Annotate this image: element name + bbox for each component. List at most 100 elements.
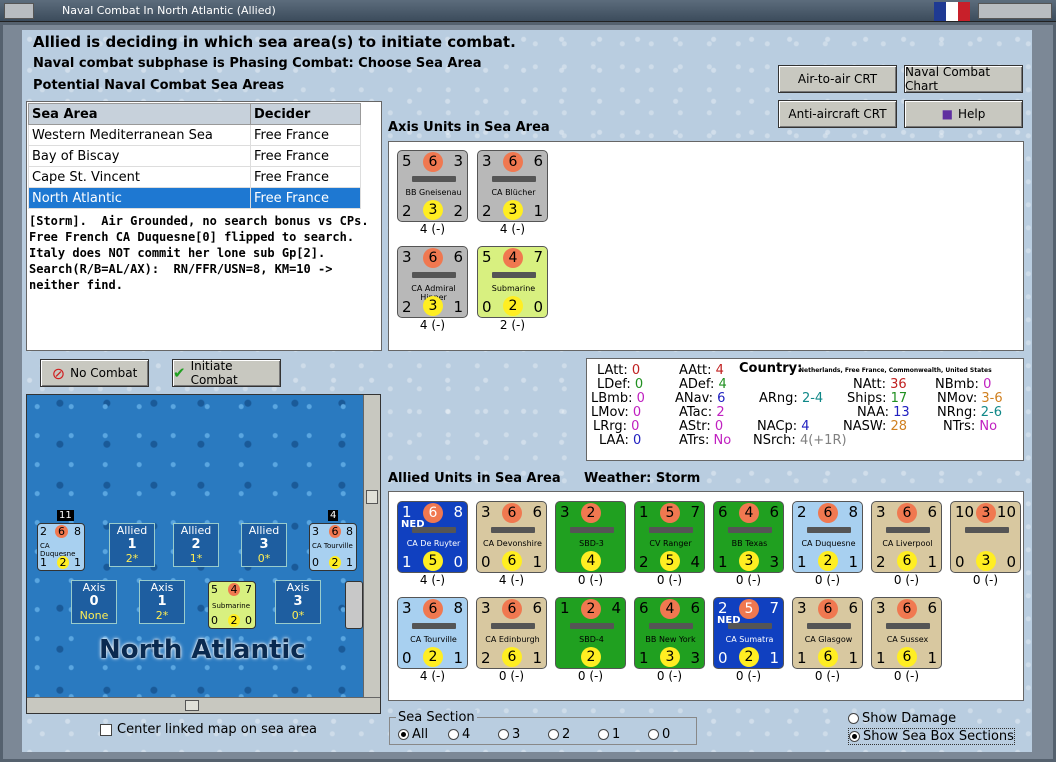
stack-count-b: 4 (328, 510, 339, 521)
unit-attack-value: 4 (503, 248, 523, 268)
horizontal-scroll-thumb[interactable] (185, 700, 199, 711)
unit-stack-status: 0 (-) (814, 669, 841, 683)
allied-unit[interactable]: 3 6 6 CA Liverpool 2 6 1 (871, 501, 942, 573)
allied-unit[interactable]: 3 6 6 CA Edinburgh 2 6 1 (476, 597, 547, 669)
show-damage-radio[interactable]: Show Damage (848, 711, 956, 726)
combat-stats-panel: LAtt: 0 LDef: 0 LBmb: 0 LMov: 0 LRrg: 0 LAA: … (586, 358, 1024, 461)
naval-combat-chart-button[interactable]: Naval Combat Chart (904, 65, 1023, 93)
center-map-checkbox[interactable]: Center linked map on sea area (100, 722, 317, 737)
allied-sea-box-3[interactable]: Allied 3 0* (241, 523, 287, 567)
unit-stack-status: 0 (-) (656, 669, 683, 683)
allied-unit[interactable]: 2 6 8 CA Duquesne 1 2 1 (792, 501, 863, 573)
unit-range-value: 3 (453, 152, 463, 170)
allied-unit[interactable]: 2 5 7 NED CA Sumatra 0 2 1 (713, 597, 784, 669)
unit-defense-value: 0 (718, 649, 728, 667)
unit-stack-status: 4 (-) (419, 318, 446, 332)
system-menu-button[interactable] (4, 3, 34, 19)
unit-range-value: 8 (848, 503, 858, 521)
axis-unit[interactable]: 366CA Admiral Hipper231 (397, 246, 468, 318)
axis-unit[interactable]: 3 6 6 CA Blücher 2 3 1 (477, 150, 548, 222)
sea-section-option-3[interactable]: 3 (498, 727, 548, 742)
unit-defense-value: 1 (402, 553, 412, 571)
table-row[interactable]: Western Mediterranean Sea Free France (28, 124, 361, 146)
allied-unit[interactable]: 3 2 SBD-3 4 (555, 501, 626, 573)
unit-attack-value: 4 (739, 503, 759, 523)
axis-sea-box-3[interactable]: Axis 3 0* (275, 580, 321, 624)
unit-aa-value: 1 (533, 202, 543, 220)
unit-name: SBD-3 (579, 539, 604, 548)
stat-arng: ARng: 2-4 (759, 391, 824, 406)
anti-aircraft-crt-button[interactable]: Anti-aircraft CRT (778, 100, 897, 128)
col-sea-area: Sea Area (28, 103, 251, 125)
unit-aa-value: 1 (769, 649, 779, 667)
stat-nasw: NASW: 28 (843, 419, 908, 434)
map-horizontal-scrollbar[interactable] (27, 697, 380, 713)
unit-range-value: 8 (453, 599, 463, 617)
allied-unit[interactable]: 3 6 6 CA Devonshire 0 6 1 (476, 501, 547, 573)
air-to-air-crt-button[interactable]: Air-to-air CRT (778, 65, 897, 93)
unit-defense-value: 1 (876, 649, 886, 667)
unit-range-value: 6 (453, 248, 463, 266)
allied-sea-box-2[interactable]: Allied 2 1* (173, 523, 219, 567)
window-control-buttons[interactable] (978, 3, 1052, 19)
sea-section-option-1[interactable]: 1 (598, 727, 648, 742)
allied-unit[interactable]: 1 2 4 SBD-4 2 (555, 597, 626, 669)
sea-areas-heading: Potential Naval Combat Sea Areas (33, 78, 285, 93)
table-row[interactable]: Cape St. Vincent Free France (28, 166, 361, 188)
unit-name: CV Ranger (649, 539, 692, 548)
axis-sea-box-1[interactable]: Axis 1 2* (139, 580, 185, 624)
stat-anav: ANav: 6 (675, 391, 726, 406)
map-vertical-scrollbar[interactable] (363, 395, 380, 697)
axis-unit[interactable]: 5 6 3 BB Gneisenau 2 3 2 (397, 150, 468, 222)
vertical-scroll-thumb[interactable] (366, 490, 378, 504)
sea-section-option-2[interactable]: 2 (548, 727, 598, 742)
unit-stack-status: 2 (-) (499, 318, 526, 332)
unit-air-value: 3 (797, 599, 807, 617)
allied-unit[interactable]: 1 5 7 CV Ranger 2 5 4 (634, 501, 705, 573)
unit-name: CA Sumatra (725, 635, 774, 644)
ship-silhouette-icon (491, 623, 535, 629)
show-sea-box-sections-radio[interactable]: Show Sea Box Sections (848, 728, 1015, 745)
unit-aa-value: 2 (453, 202, 463, 220)
table-row[interactable]: Bay of Biscay Free France (28, 145, 361, 167)
help-button[interactable]: ■ Help (904, 100, 1023, 128)
stat-nsrch: NSrch: 4(+1R) (753, 433, 847, 448)
allied-unit[interactable]: 1 6 8 NED CA De Ruyter 1 5 0 (397, 501, 468, 573)
ship-silhouette-icon (492, 176, 536, 182)
allied-sea-box-1[interactable]: Allied 1 2* (109, 523, 155, 567)
unit-range-value: 7 (769, 599, 779, 617)
allied-unit[interactable]: 6 4 6 BB New York 1 3 3 (634, 597, 705, 669)
sea-section-option-4[interactable]: 4 (448, 727, 498, 742)
map-unit-partial[interactable] (345, 581, 363, 629)
allied-unit[interactable]: 3 6 8 CA Tourville 0 2 1 (397, 597, 468, 669)
allied-unit[interactable]: 3 6 6 CA Sussex 1 6 1 (871, 597, 942, 669)
window-title: Naval Combat In North Atlantic (Allied) (62, 4, 276, 17)
ship-silhouette-icon (886, 623, 930, 629)
allied-unit[interactable]: 10 3 10 0 3 0 (950, 501, 1021, 573)
initiate-combat-button[interactable]: ✔ Initiate Combat (172, 359, 281, 387)
map-unit-tourville[interactable]: 368 CA Tourville 021 (309, 523, 357, 571)
map-unit-submarine[interactable]: 547 Submarine 020 (208, 581, 256, 629)
table-row-selected[interactable]: North Atlantic Free France (28, 187, 361, 209)
ship-silhouette-icon (412, 272, 456, 278)
unit-air-value: 3 (481, 503, 491, 521)
unit-speed-value: 2 (503, 296, 523, 316)
unit-name: CA Blücher (491, 188, 536, 197)
axis-unit[interactable]: 5 4 7 Submarine 0 2 0 (477, 246, 548, 318)
stat-aatt: AAtt: 4 (679, 363, 724, 378)
unit-aa-value: 1 (532, 649, 542, 667)
map-unit-duquesne[interactable]: 268 CA Duquesne 121 (37, 523, 85, 571)
checkbox-box[interactable] (100, 723, 112, 736)
sea-area-map[interactable]: 268 CA Duquesne 121 11 368 CA Tourville … (26, 394, 381, 714)
allied-unit[interactable]: 3 6 6 CA Glasgow 1 6 1 (792, 597, 863, 669)
allied-units-panel: 1 6 8 NED CA De Ruyter 1 5 0 4 (-) 3 6 6 CA Devonshi… (388, 491, 1024, 701)
unit-stack-status: 0 (-) (814, 573, 841, 587)
sea-section-option-0[interactable]: 0 (648, 727, 698, 742)
unit-stack-status: 0 (-) (577, 669, 604, 683)
no-combat-button[interactable]: ⊘ No Combat (40, 359, 149, 387)
title-bar: Naval Combat In North Atlantic (Allied) (0, 0, 1056, 22)
unit-name: CA De Ruyter (406, 539, 461, 548)
allied-unit[interactable]: 6 4 6 BB Texas 1 3 3 (713, 501, 784, 573)
sea-section-option-all[interactable]: All (398, 727, 448, 742)
axis-sea-box-0[interactable]: Axis 0 None (71, 580, 117, 624)
